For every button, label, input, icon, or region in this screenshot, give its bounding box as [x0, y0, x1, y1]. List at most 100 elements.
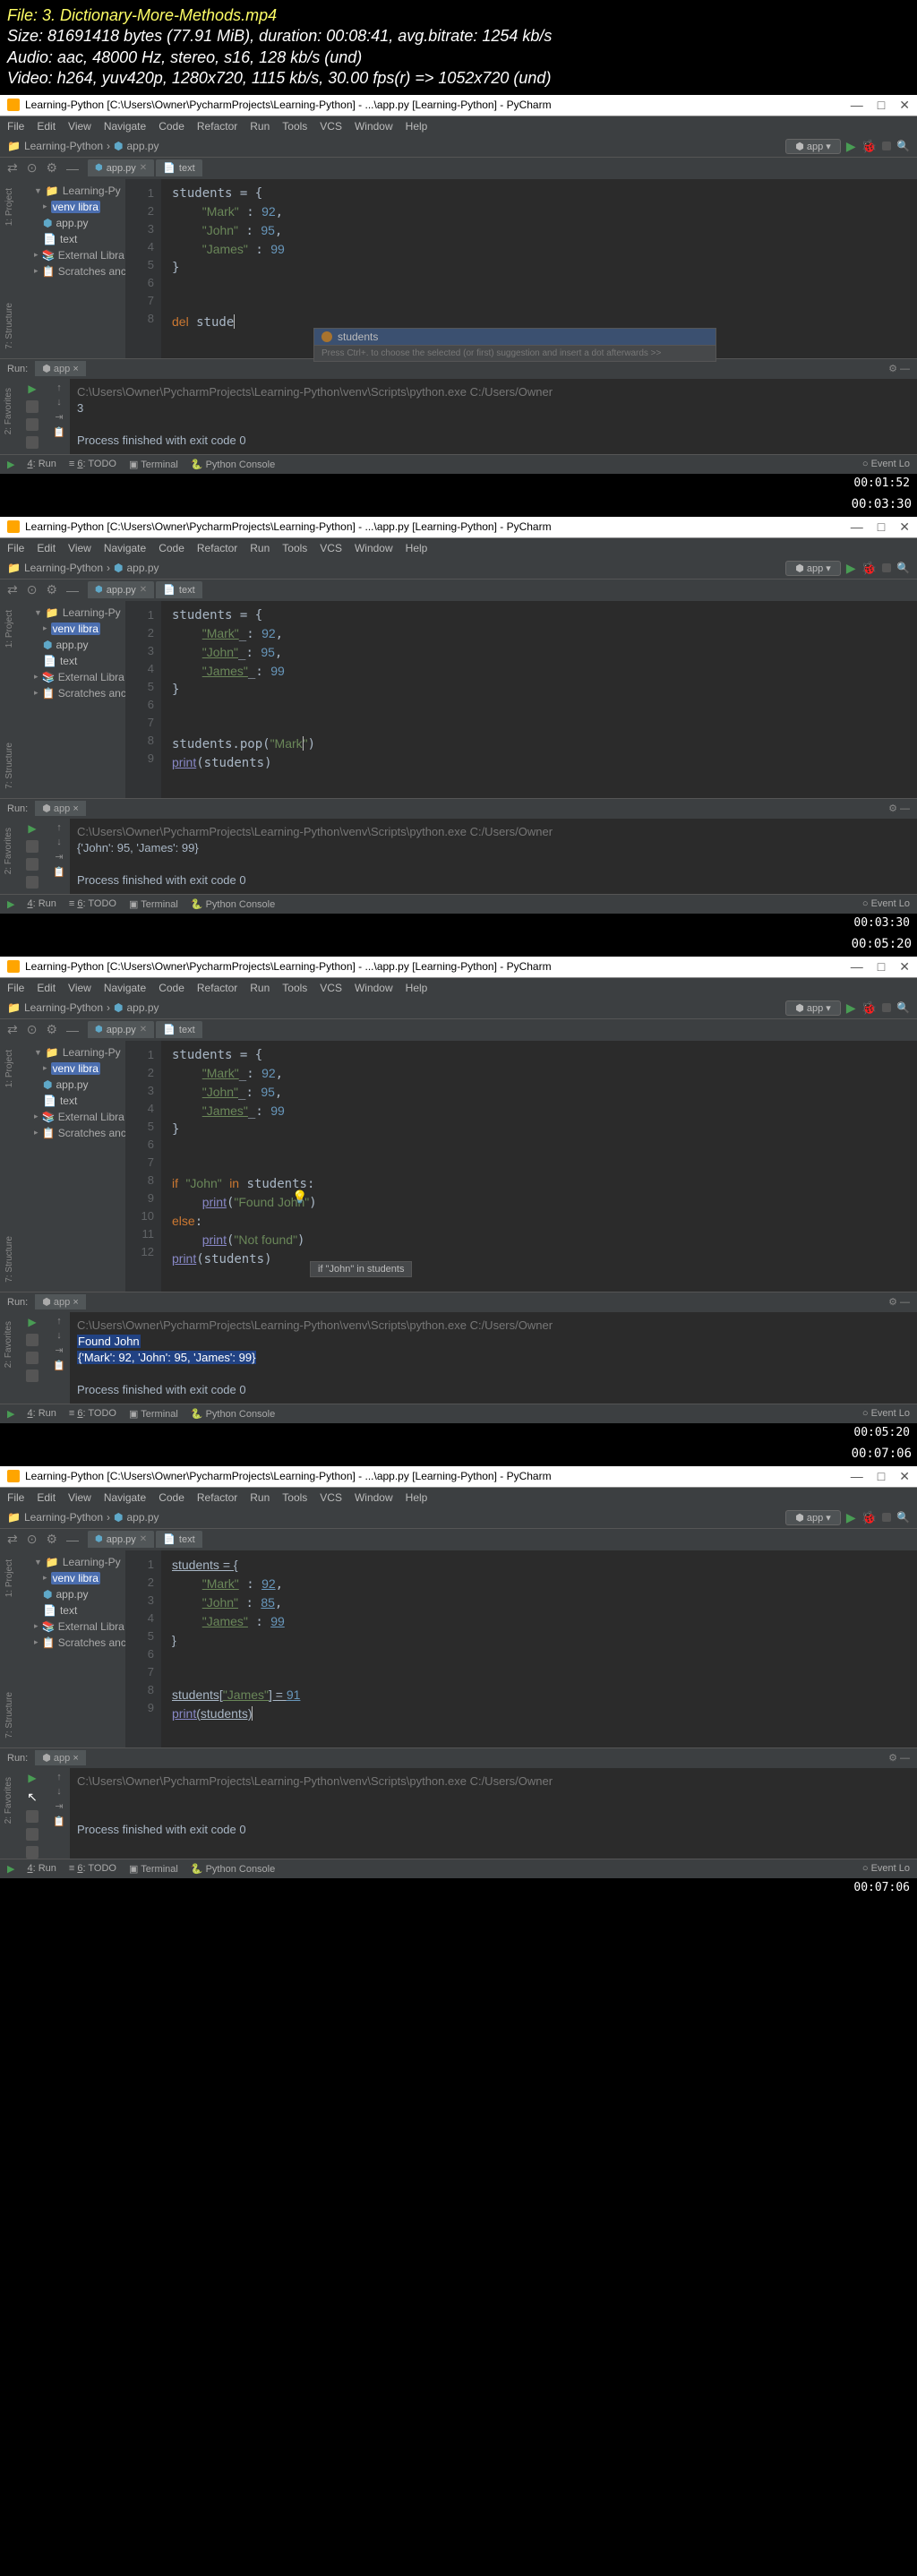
tree-node[interactable]: ▼📁 Learning-Py	[18, 1554, 125, 1570]
close-button[interactable]: ✕	[899, 98, 910, 113]
menu-item[interactable]: Tools	[282, 982, 307, 994]
toolbar-icon[interactable]: ⚙	[46, 1022, 57, 1037]
tree-node[interactable]: 📄 text	[18, 231, 125, 247]
run-tool-button[interactable]: 4: Run	[27, 1408, 56, 1419]
action-icon[interactable]: ↓	[56, 1786, 62, 1797]
menu-item[interactable]: Code	[159, 982, 184, 994]
toolbar-icon[interactable]: —	[66, 1023, 79, 1037]
action-icon[interactable]: ↑	[56, 382, 62, 393]
run-button[interactable]: ▶	[846, 1510, 856, 1525]
menu-item[interactable]: VCS	[320, 120, 342, 133]
debug-button[interactable]: 🐞	[861, 1510, 877, 1525]
tree-node[interactable]: ▸📋 Scratches anc	[18, 1635, 125, 1651]
action-icon[interactable]: ⇥	[55, 851, 63, 863]
menu-item[interactable]: View	[68, 120, 91, 133]
run-config-selector[interactable]: ⬢ app ▾	[785, 1510, 841, 1525]
minimize-button[interactable]: —	[851, 1469, 863, 1484]
menu-item[interactable]: Tools	[282, 542, 307, 554]
code-area[interactable]: students = { "Mark"_: 92, "John"_: 95, "…	[161, 1041, 917, 1268]
close-tab-icon[interactable]: ✕	[140, 585, 147, 595]
todo-tool-button[interactable]: ≡ 6: TODO	[69, 459, 116, 469]
project-tool-button[interactable]: 1: Project	[4, 188, 14, 226]
project-tool-button[interactable]: 1: Project	[4, 610, 14, 648]
tree-node[interactable]: ▸📋 Scratches anc	[18, 263, 125, 279]
code-editor[interactable]: 123456789101112 students = { "Mark"_: 92…	[125, 1041, 917, 1292]
code-editor[interactable]: 12345678 students = { "Mark" : 92, "John…	[125, 179, 917, 358]
menu-item[interactable]: Edit	[37, 120, 56, 133]
toolbar-icon[interactable]: ⚙	[46, 1532, 57, 1547]
toolbar-icon[interactable]: ⇄	[7, 1532, 18, 1547]
toolbar-icon[interactable]: ⚙	[46, 160, 57, 176]
python-console-button[interactable]: 🐍 Python Console	[191, 1863, 275, 1875]
menu-item[interactable]: Window	[355, 982, 393, 994]
action-icon[interactable]	[26, 840, 39, 853]
code-area[interactable]: students = { "Mark" : 92, "John" : 95, "…	[161, 179, 917, 331]
toolbar-icon[interactable]: ⊙	[27, 582, 38, 597]
tree-node[interactable]: ⬢ app.py	[18, 215, 125, 231]
action-icon[interactable]: 📋	[53, 1360, 65, 1371]
run-status-icon[interactable]: ▶	[7, 459, 14, 470]
search-icon[interactable]: 🔍	[896, 1001, 910, 1014]
toolbar-icon[interactable]: ⇄	[7, 160, 18, 176]
project-tool-button[interactable]: 1: Project	[4, 1559, 14, 1597]
editor-tab[interactable]: ⬢app.py✕	[88, 1021, 154, 1038]
tree-node[interactable]: ▸📚 External Libra	[18, 1109, 125, 1125]
run-tool-button[interactable]: 4: Run	[27, 898, 56, 909]
menu-item[interactable]: Edit	[37, 542, 56, 554]
toolbar-icon[interactable]: —	[66, 583, 79, 597]
menu-item[interactable]: Tools	[282, 1491, 307, 1504]
stop-button[interactable]	[882, 142, 891, 150]
minimize-button[interactable]: —	[851, 959, 863, 975]
action-icon[interactable]	[26, 1810, 39, 1823]
action-icon[interactable]	[26, 1828, 39, 1841]
run-config-selector[interactable]: ⬢ app ▾	[785, 561, 841, 576]
menu-item[interactable]: Navigate	[104, 542, 146, 554]
menu-item[interactable]: View	[68, 982, 91, 994]
action-icon[interactable]: ↑	[56, 822, 62, 833]
menu-item[interactable]: File	[7, 1491, 24, 1504]
rerun-button[interactable]: ▶	[28, 382, 36, 395]
tree-node[interactable]: ▸📚 External Libra	[18, 247, 125, 263]
run-status-icon[interactable]: ▶	[7, 1408, 14, 1420]
run-button[interactable]: ▶	[846, 139, 856, 154]
action-icon[interactable]: ↑	[56, 1316, 62, 1327]
event-log-button[interactable]: ○ Event Lo	[862, 898, 910, 909]
console-output-area[interactable]: C:\Users\Owner\PycharmProjects\Learning-…	[70, 1312, 917, 1404]
favorites-tool-button[interactable]: 2: Favorites	[4, 828, 13, 874]
tree-node[interactable]: ⬢ app.py	[18, 1586, 125, 1602]
todo-tool-button[interactable]: ≡ 6: TODO	[69, 1408, 116, 1419]
gear-icon[interactable]: ⚙ —	[888, 803, 910, 814]
event-log-button[interactable]: ○ Event Lo	[862, 1863, 910, 1874]
intention-bulb-icon[interactable]: 💡	[292, 1189, 307, 1205]
code-completion-popup[interactable]: students Press Ctrl+. to choose the sele…	[313, 328, 716, 362]
menu-item[interactable]: Help	[406, 1491, 428, 1504]
run-tab[interactable]: ⬢ app ×	[35, 1750, 86, 1765]
tree-node[interactable]: 📄 text	[18, 1093, 125, 1109]
toolbar-icon[interactable]: ⊙	[27, 1532, 38, 1547]
editor-tab[interactable]: 📄text	[156, 581, 201, 598]
terminal-tool-button[interactable]: ▣ Terminal	[129, 459, 178, 470]
terminal-tool-button[interactable]: ▣ Terminal	[129, 1863, 178, 1875]
code-editor[interactable]: 123456789 students = { "Mark"_: 92, "Joh…	[125, 601, 917, 798]
menu-item[interactable]: Navigate	[104, 982, 146, 994]
toolbar-icon[interactable]: ⊙	[27, 160, 38, 176]
close-tab-icon[interactable]: ✕	[140, 163, 147, 173]
todo-tool-button[interactable]: ≡ 6: TODO	[69, 1863, 116, 1874]
debug-button[interactable]: 🐞	[861, 561, 877, 576]
action-icon[interactable]	[26, 400, 39, 413]
action-icon[interactable]	[26, 1846, 39, 1859]
project-tree[interactable]: ▼📁 Learning-Py ▸venv libra ⬢ app.py 📄 te…	[18, 601, 125, 798]
action-icon[interactable]: ↓	[56, 397, 62, 408]
action-icon[interactable]: ⇥	[55, 1800, 63, 1812]
menu-item[interactable]: View	[68, 1491, 91, 1504]
run-button[interactable]: ▶	[846, 1000, 856, 1016]
gear-icon[interactable]: ⚙ —	[888, 1296, 910, 1308]
menu-item[interactable]: Window	[355, 1491, 393, 1504]
toolbar-icon[interactable]: ⇄	[7, 1022, 18, 1037]
tree-node[interactable]: ▼📁 Learning-Py	[18, 183, 125, 199]
close-button[interactable]: ✕	[899, 959, 910, 975]
action-icon[interactable]: 📋	[53, 866, 65, 878]
maximize-button[interactable]: □	[878, 959, 885, 975]
debug-button[interactable]: 🐞	[861, 1000, 877, 1016]
project-tree[interactable]: ▼📁 Learning-Py ▸venv libra ⬢ app.py 📄 te…	[18, 1550, 125, 1747]
